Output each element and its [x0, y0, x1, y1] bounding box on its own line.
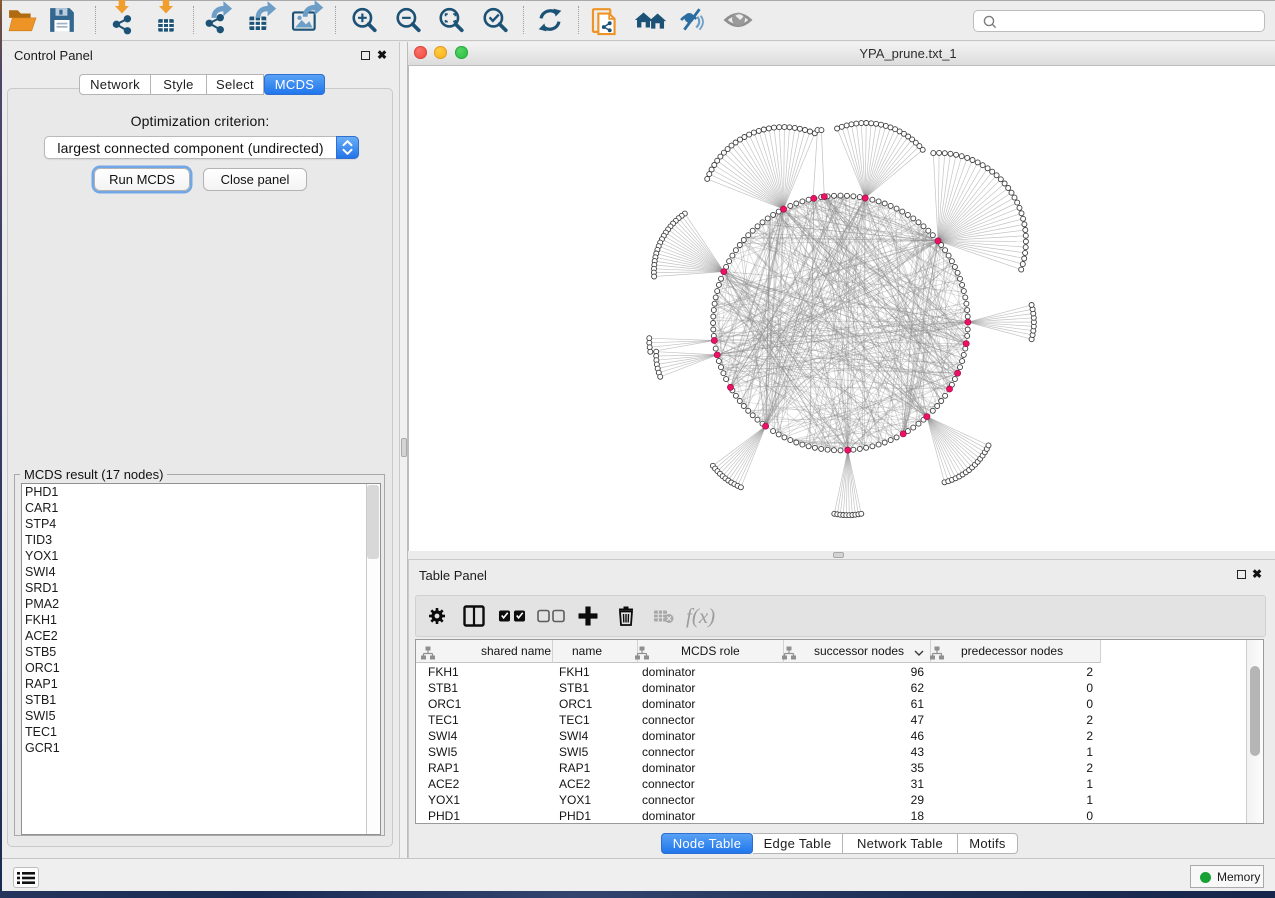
- svg-text:f(x): f(x): [686, 604, 715, 628]
